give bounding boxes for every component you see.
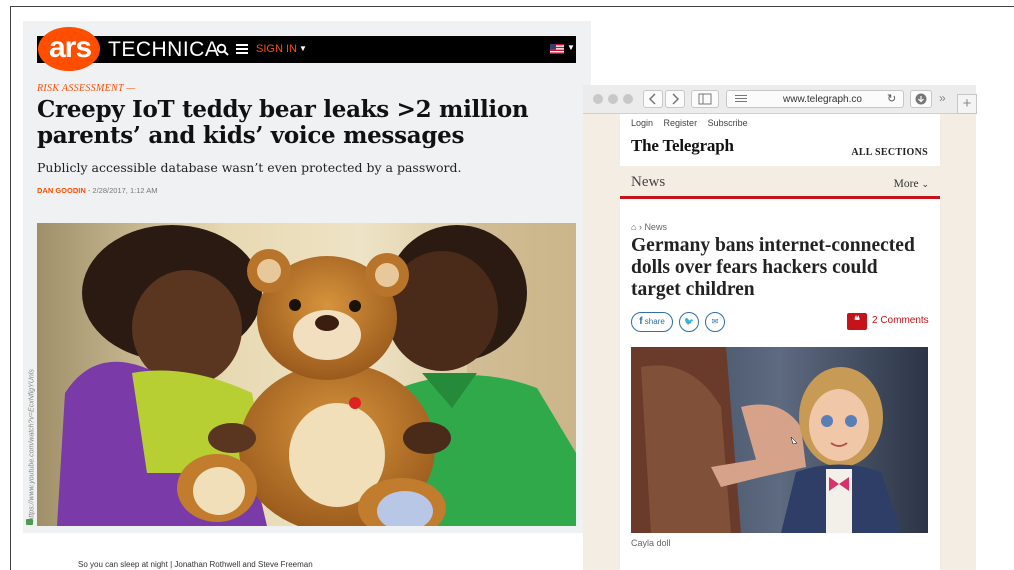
us-flag-icon[interactable]: [550, 44, 564, 54]
telegraph-browser-window: www.telegraph.co ↻ » + Login Register Su…: [583, 85, 977, 570]
facebook-share-button[interactable]: f share: [631, 312, 673, 332]
breadcrumb: ⌂ › News: [631, 222, 667, 232]
address-bar[interactable]: www.telegraph.co ↻: [726, 90, 904, 108]
photo-credit: https://www.youtube.com/watch?v=EcxNfigY…: [25, 333, 36, 525]
sign-in-label: SIGN IN: [256, 43, 297, 55]
reload-icon[interactable]: ↻: [887, 92, 896, 105]
download-button[interactable]: [910, 90, 932, 108]
facebook-icon: f: [639, 316, 643, 327]
chevron-down-icon[interactable]: ▼: [567, 43, 575, 52]
ars-wordmark[interactable]: TECHNICA: [108, 38, 219, 62]
login-link[interactable]: Login: [631, 118, 653, 128]
comment-icon[interactable]: ❝: [847, 313, 867, 330]
back-button[interactable]: [643, 90, 663, 108]
share-label: share: [644, 317, 665, 326]
search-icon[interactable]: [216, 43, 230, 57]
article-dek: Publicly accessible database wasn’t even…: [37, 160, 462, 175]
subscribe-link[interactable]: Subscribe: [708, 118, 748, 128]
cayla-doll-photo: [631, 347, 928, 533]
email-share-button[interactable]: ✉: [705, 312, 725, 332]
byline: DAN GOODIN - 2/28/2017, 1:12 AM: [37, 186, 157, 195]
new-tab-button[interactable]: +: [957, 94, 977, 114]
email-icon: ✉: [711, 317, 719, 326]
photo-credit-url: https://www.youtube.com/watch?v=EcxNfigY…: [28, 369, 36, 522]
publish-date: - 2/28/2017, 1:12 AM: [85, 186, 158, 195]
nav-news-link[interactable]: News: [631, 174, 665, 191]
telegraph-page: Login Register Subscribe The Telegraph A…: [620, 114, 940, 570]
minimize-window-button[interactable]: [608, 94, 618, 104]
overflow-chevron-icon[interactable]: »: [939, 91, 946, 105]
sidebar-icon: [698, 93, 712, 105]
forward-button[interactable]: [665, 90, 685, 108]
article-headline: Germany bans internet-connected dolls ov…: [631, 235, 915, 300]
browser-toolbar: www.telegraph.co ↻ »: [583, 85, 976, 114]
section-nav-bar: News More ⌄: [620, 166, 940, 199]
menu-icon[interactable]: [236, 44, 248, 55]
article-headline: Creepy IoT teddy bear leaks >2 million p…: [37, 96, 529, 149]
sidebar-button[interactable]: [691, 90, 719, 108]
nav-more-button[interactable]: More ⌄: [894, 178, 929, 190]
breadcrumb-news-link[interactable]: News: [644, 222, 667, 232]
nav-more-label: More: [893, 178, 919, 190]
author-link[interactable]: DAN GOODIN: [37, 186, 86, 195]
account-links: Login Register Subscribe: [631, 118, 756, 128]
download-icon: [915, 93, 927, 105]
ars-article-panel: ars TECHNICA SIGN IN ▼ ▼ RISK ASSESSMENT …: [23, 21, 591, 533]
ars-logo-text: ars: [48, 31, 92, 64]
image-caption: So you can sleep at night | Jonathan Rot…: [78, 560, 313, 569]
teddy-bear-photo: [37, 223, 576, 526]
chevron-down-icon: ▼: [298, 44, 307, 53]
twitter-icon: 🐦: [684, 317, 694, 326]
all-sections-button[interactable]: ALL SECTIONS: [851, 147, 928, 158]
forward-icon: [672, 93, 680, 105]
article-kicker[interactable]: RISK ASSESSMENT —: [37, 83, 136, 94]
twitter-share-button[interactable]: 🐦: [679, 312, 699, 332]
share-bar: f share 🐦 ✉ ❝ 2 Comments: [631, 312, 929, 334]
image-source-icon: [26, 519, 33, 525]
register-link[interactable]: Register: [664, 118, 698, 128]
reader-icon[interactable]: [735, 95, 747, 104]
telegraph-masthead[interactable]: The Telegraph: [631, 136, 734, 156]
home-icon[interactable]: ⌂: [631, 222, 636, 232]
comments-link[interactable]: 2 Comments: [872, 315, 929, 326]
back-icon: [648, 93, 656, 105]
close-window-button[interactable]: [593, 94, 603, 104]
url-text: www.telegraph.co: [783, 94, 862, 105]
zoom-window-button[interactable]: [623, 94, 633, 104]
chevron-down-icon: ⌄: [921, 179, 929, 189]
sign-in-link[interactable]: SIGN IN ▼: [256, 42, 307, 56]
photo-caption: Cayla doll: [631, 538, 671, 548]
